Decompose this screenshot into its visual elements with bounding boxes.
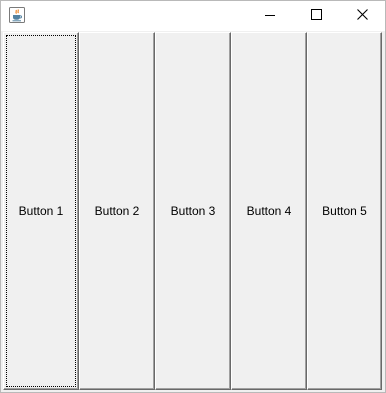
minimize-button[interactable]: [247, 1, 293, 31]
button-1[interactable]: Button 1: [3, 32, 79, 390]
button-1-label: Button 1: [18, 204, 64, 218]
button-panel: Button 1 Button 2 Button 3 Button 4 Butt…: [3, 32, 382, 390]
title-bar[interactable]: [1, 1, 385, 31]
button-4-label: Button 4: [246, 204, 292, 218]
button-3-label: Button 3: [170, 204, 216, 218]
button-2-label: Button 2: [94, 204, 140, 218]
button-2[interactable]: Button 2: [79, 32, 155, 390]
maximize-icon: [310, 7, 322, 25]
close-button[interactable]: [339, 1, 385, 31]
app-window: Button 1 Button 2 Button 3 Button 4 Butt…: [0, 0, 386, 393]
close-icon: [356, 7, 368, 25]
maximize-button[interactable]: [293, 1, 339, 31]
minimize-icon: [265, 7, 275, 25]
java-coffee-cup-icon: [9, 7, 25, 23]
button-3[interactable]: Button 3: [155, 32, 231, 390]
button-5-label: Button 5: [322, 204, 367, 218]
button-5[interactable]: Button 5: [307, 32, 382, 390]
button-4[interactable]: Button 4: [231, 32, 307, 390]
